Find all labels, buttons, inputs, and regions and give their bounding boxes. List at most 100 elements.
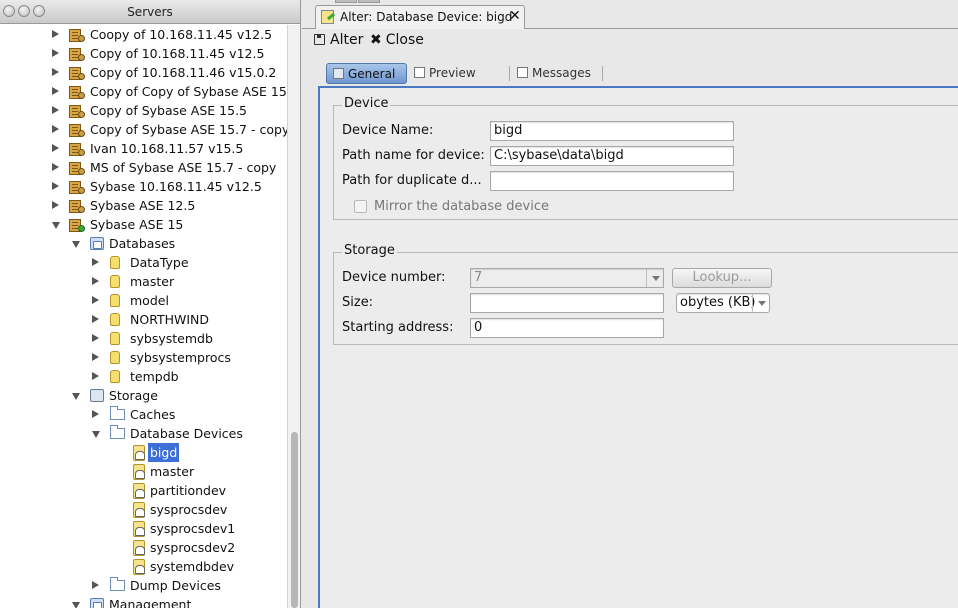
tree-item-copy-of-10-168-11-45-v12-5[interactable]: Copy of 10.168.11.45 v12.5 <box>0 44 287 63</box>
expand-arrow-right-icon[interactable] <box>92 334 99 342</box>
grid-icon <box>333 68 344 79</box>
tree-item-ivan-10-168-11-57-v15-5[interactable]: Ivan 10.168.11.57 v15.5 <box>0 139 287 158</box>
expand-arrow-right-icon[interactable] <box>52 163 59 171</box>
tree-item-label: Coopy of 10.168.11.45 v12.5 <box>90 27 273 42</box>
tree-item-copy-of-copy-of-sybase-ase-15-7[interactable]: Copy of Copy of Sybase ASE 15.7 <box>0 82 299 101</box>
expand-arrow-right-icon[interactable] <box>92 581 99 589</box>
expand-arrow-right-icon[interactable] <box>92 315 99 323</box>
tree-item-sysprocsdev1[interactable]: sysprocsdev1 <box>0 519 287 538</box>
expand-arrow-right-icon[interactable] <box>92 258 99 266</box>
database-icon <box>110 275 120 288</box>
tree-item-label: sybsystemprocs <box>130 350 231 365</box>
tree-item-label: Copy of 10.168.11.46 v15.0.2 <box>90 65 277 80</box>
device-icon <box>131 559 145 575</box>
tree-item-coopy-of-10-168-11-45-v12-5[interactable]: Coopy of 10.168.11.45 v12.5 <box>0 25 287 44</box>
tree-item-master[interactable]: master <box>0 462 287 481</box>
tree-item-dump-devices[interactable]: Dump Devices <box>0 576 287 595</box>
size-unit-select[interactable]: obytes (KB) <box>676 293 770 313</box>
expand-arrow-down-icon[interactable] <box>52 222 60 229</box>
tree-item-bigd[interactable]: bigd <box>0 443 287 462</box>
tree-item-label: Database Devices <box>130 426 243 441</box>
device-number-label: Device number: <box>342 270 446 285</box>
tree-item-datatype[interactable]: DataType <box>0 253 287 272</box>
chevron-down-icon[interactable] <box>646 269 663 287</box>
expand-arrow-right-icon[interactable] <box>92 353 99 361</box>
tree-item-label: Sybase ASE 12.5 <box>90 198 196 213</box>
duplicate-path-input[interactable] <box>490 171 734 191</box>
lookup-button[interactable]: Lookup... <box>672 268 772 288</box>
close-icon: ✖ <box>370 32 382 48</box>
hidden-tab-fragment[interactable] <box>358 0 380 3</box>
tree-item-caches[interactable]: Caches <box>0 405 287 424</box>
tree-scrollbar-thumb[interactable] <box>291 432 298 608</box>
database-icon <box>110 256 120 269</box>
tree-item-partitiondev[interactable]: partitiondev <box>0 481 287 500</box>
server-connected-icon <box>69 217 85 232</box>
expand-arrow-right-icon[interactable] <box>52 182 59 190</box>
size-input[interactable] <box>470 293 664 313</box>
device-name-input[interactable]: bigd <box>490 121 734 141</box>
expand-arrow-right-icon[interactable] <box>92 277 99 285</box>
editor-tab-strip: Alter: Database Device: bigd ✕ <box>302 0 958 29</box>
tree-item-management[interactable]: Management <box>0 595 287 608</box>
expand-arrow-right-icon[interactable] <box>52 144 59 152</box>
tree-item-storage[interactable]: Storage <box>0 386 287 405</box>
tab-preview-sql[interactable]: Preview SQL <box>414 63 502 100</box>
tree-item-label: sybsystemdb <box>130 331 213 346</box>
tree-item-sysprocsdev2[interactable]: sysprocsdev2 <box>0 538 287 557</box>
alter-button[interactable]: Alter <box>314 32 363 48</box>
tree-item-tempdb[interactable]: tempdb <box>0 367 287 386</box>
expand-arrow-right-icon[interactable] <box>52 87 59 95</box>
expand-arrow-right-icon[interactable] <box>52 106 59 114</box>
server-icon <box>69 122 85 137</box>
expand-arrow-down-icon[interactable] <box>72 602 80 608</box>
tab-messages[interactable]: Messages <box>517 63 597 84</box>
tree-item-sysprocsdev[interactable]: sysprocsdev <box>0 500 287 519</box>
tree-item-copy-of-sybase-ase-15-7-copy-c[interactable]: Copy of Sybase ASE 15.7 - copy c <box>0 120 300 139</box>
servers-panel-titlebar: Servers <box>0 0 300 24</box>
close-button[interactable]: ✖ Close <box>370 32 424 48</box>
expand-arrow-right-icon[interactable] <box>92 372 99 380</box>
starting-address-input[interactable]: 0 <box>470 318 664 338</box>
device-path-input[interactable]: C:\sybase\data\bigd <box>490 146 734 166</box>
expand-arrow-right-icon[interactable] <box>52 68 59 76</box>
tree-item-master[interactable]: master <box>0 272 287 291</box>
tree-item-database-devices[interactable]: Database Devices <box>0 424 287 443</box>
tree-item-label: Ivan 10.168.11.57 v15.5 <box>90 141 244 156</box>
tab-general[interactable]: General <box>326 63 407 84</box>
expand-arrow-down-icon[interactable] <box>72 241 80 248</box>
tree-item-label: NORTHWIND <box>130 312 210 327</box>
expand-arrow-right-icon[interactable] <box>52 30 59 38</box>
editor-toolbar: Alter ✖ Close <box>302 30 958 52</box>
expand-arrow-right-icon[interactable] <box>52 201 59 209</box>
tree-item-ms-of-sybase-ase-15-7-copy[interactable]: MS of Sybase ASE 15.7 - copy <box>0 158 287 177</box>
tree-item-copy-of-10-168-11-46-v15-0-2[interactable]: Copy of 10.168.11.46 v15.0.2 <box>0 63 287 82</box>
expand-arrow-down-icon[interactable] <box>92 431 100 438</box>
expand-arrow-down-icon[interactable] <box>72 393 80 400</box>
tree-item-model[interactable]: model <box>0 291 287 310</box>
tree-item-sybase-10-168-11-45-v12-5[interactable]: Sybase 10.168.11.45 v12.5 <box>0 177 287 196</box>
expand-arrow-right-icon[interactable] <box>92 410 99 418</box>
expand-arrow-right-icon[interactable] <box>52 125 59 133</box>
device-number-combo[interactable]: 7 <box>470 268 664 288</box>
mirror-checkbox[interactable] <box>354 200 367 213</box>
tree-item-databases[interactable]: Databases <box>0 234 287 253</box>
hidden-tab-fragment[interactable] <box>335 0 357 3</box>
tree-item-sybase-ase-15[interactable]: Sybase ASE 15 <box>0 215 287 234</box>
tree-item-sybase-ase-12-5[interactable]: Sybase ASE 12.5 <box>0 196 287 215</box>
close-button-label: Close <box>385 32 424 48</box>
subtab-divider <box>602 66 603 81</box>
tree-item-sybsystemprocs[interactable]: sybsystemprocs <box>0 348 287 367</box>
tree-item-systemdbdev[interactable]: systemdbdev <box>0 557 287 576</box>
tree-item-northwind[interactable]: NORTHWIND <box>0 310 287 329</box>
expand-arrow-right-icon[interactable] <box>92 296 99 304</box>
tree-item-sybsystemdb[interactable]: sybsystemdb <box>0 329 287 348</box>
tree-item-copy-of-sybase-ase-15-5[interactable]: Copy of Sybase ASE 15.5 <box>0 101 287 120</box>
tree-scrollbar[interactable] <box>287 25 300 608</box>
tree-item-label: model <box>130 293 169 308</box>
chevron-down-icon[interactable] <box>752 294 769 312</box>
tab-close-icon[interactable]: ✕ <box>509 8 521 24</box>
editor-tab-alter-device[interactable]: Alter: Database Device: bigd ✕ <box>315 5 525 29</box>
expand-arrow-right-icon[interactable] <box>52 49 59 57</box>
server-icon <box>69 46 85 61</box>
